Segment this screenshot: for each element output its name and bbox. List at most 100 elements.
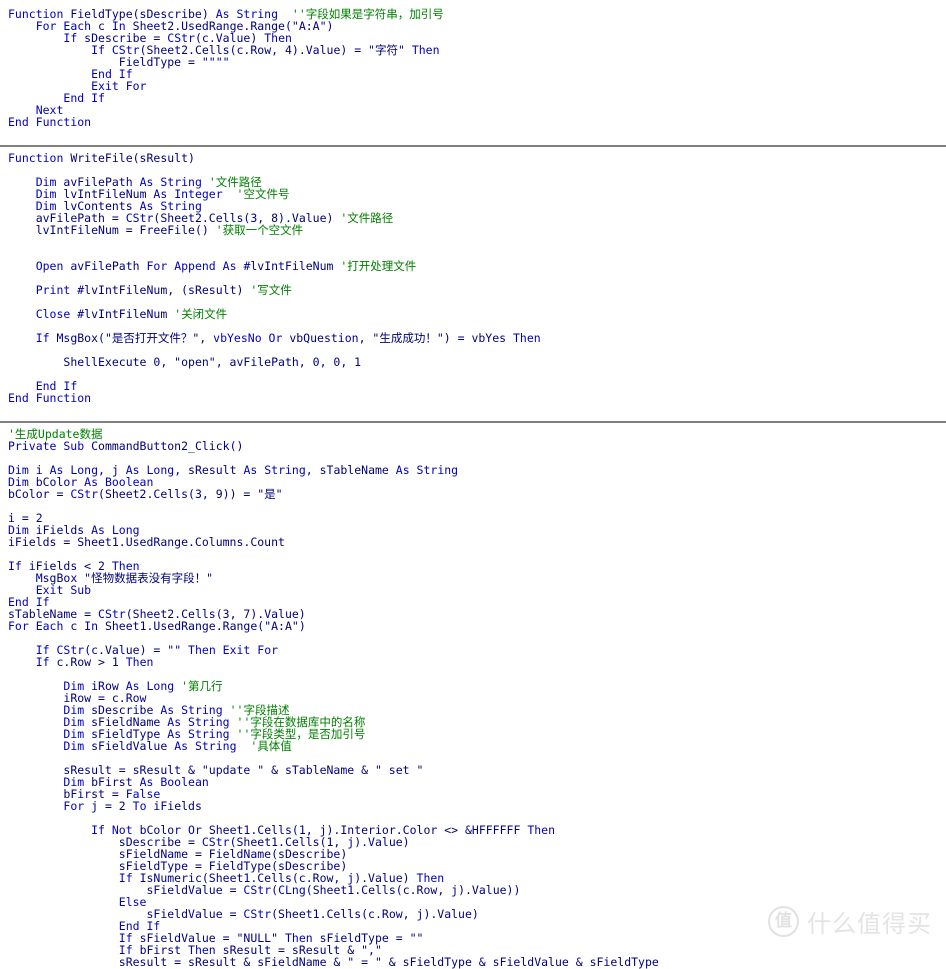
code-line[interactable]: MsgBox "怪物数据表没有字段！" [0,572,946,584]
code-line[interactable] [0,236,946,248]
code-identifier: j = 2 [91,799,133,813]
code-identifier: (Sheet1.Cells(c.Row, j).Value) [271,907,479,921]
code-keyword: Function [8,151,71,165]
vba-code-editor[interactable]: Function FieldType(sDescribe) As String … [0,0,946,968]
code-identifier: vbQuestion, "生成成功！") = [289,331,472,345]
code-keyword: CStr [243,907,272,921]
code-identifier: #lvIntFileNum [243,259,341,273]
code-comment: '具体值 [236,739,292,753]
code-line[interactable] [0,404,946,416]
code-keyword: vbYesNo Or [213,331,290,345]
code-line[interactable] [0,368,946,380]
code-identifier: Sheet1.UsedRange.Range("A:A") [104,619,306,633]
code-keyword: End If [63,91,105,105]
code-line[interactable]: For j = 2 To iFields [0,800,946,812]
code-comment: '关闭文件 [174,307,228,321]
code-keyword: For [63,799,92,813]
code-line[interactable]: End Function [0,392,946,404]
code-identifier: lvIntFileNum = FreeFile() [35,223,216,237]
code-line[interactable]: Function WriteFile(sResult) [0,152,946,164]
code-keyword: CStr [243,883,272,897]
code-identifier: c.Row > 1 [56,655,126,669]
code-identifier: MsgBox("是否打开文件？", [56,331,214,345]
code-comment: '空文件号 [222,187,290,201]
code-line[interactable]: End If [0,92,946,104]
code-text-area[interactable]: Function FieldType(sDescribe) As String … [0,0,946,968]
code-identifier: sResult = sResult & sFieldName & " = " &… [118,955,659,969]
code-identifier: (Sheet1.Cells(c.Row, j).Value)) [305,883,521,897]
code-keyword: Close [35,307,78,321]
code-comment: '写文件 [250,283,292,297]
code-identifier: #lvIntFileNum [77,307,175,321]
code-keyword: CLng [278,883,306,897]
code-keyword: Then [411,43,440,57]
code-line[interactable] [0,128,946,140]
code-keyword: CStr [70,487,99,501]
code-identifier: sFieldValue = [146,883,244,897]
code-line[interactable]: i = 2 [0,512,946,524]
code-identifier: , sResult [174,463,244,477]
code-keyword: For Each [8,619,71,633]
code-line[interactable]: Open avFilePath For Append As #lvIntFile… [0,260,946,272]
code-identifier: sFieldValue [91,739,175,753]
code-identifier: sFieldValue = [146,907,244,921]
code-line[interactable]: Exit Sub [0,584,946,596]
procedure-separator [0,416,946,428]
code-line[interactable]: FieldType = """" [0,56,946,68]
code-keyword: Then [125,655,154,669]
code-line[interactable]: Dim sFieldValue As String '具体值 [0,740,946,752]
code-line[interactable]: Print #lvIntFileNum, (sResult) '写文件 [0,284,946,296]
code-keyword: Dim [63,739,92,753]
code-comment: '打开处理文件 [340,259,417,273]
code-keyword: Open [35,259,71,273]
code-line[interactable]: End If [0,380,946,392]
code-keyword: As String [395,463,459,477]
code-identifier: ShellExecute 0, "open", avFilePath, 0, 0… [63,355,362,369]
code-identifier: avFilePath [70,259,147,273]
code-line[interactable] [0,548,946,560]
code-identifier: vbYes [471,331,513,345]
code-identifier: #lvIntFileNum, (sResult) [77,283,251,297]
code-line[interactable]: sResult = sResult & sFieldName & " = " &… [0,956,946,968]
code-identifier: iFields = Sheet1.UsedRange.Columns.Count [8,535,285,549]
code-identifier: WriteFile(sResult) [70,151,195,165]
code-line[interactable]: iFields = Sheet1.UsedRange.Columns.Count [0,536,946,548]
code-line[interactable] [0,500,946,512]
code-identifier: CommandButton2_Click() [91,439,244,453]
code-line[interactable]: bColor = CStr(Sheet2.Cells(3, 9)) = "是" [0,488,946,500]
code-keyword: Then Exit For [188,643,279,657]
code-line[interactable]: If MsgBox("是否打开文件？", vbYesNo Or vbQuesti… [0,332,946,344]
code-keyword: As String [174,739,237,753]
code-comment: '获取一个空文件 [215,223,304,237]
code-line[interactable]: Close #lvIntFileNum '关闭文件 [0,308,946,320]
code-keyword: End Function [8,391,92,405]
code-keyword: If [35,655,57,669]
code-keyword: In [84,619,105,633]
code-line[interactable]: Exit For [0,80,946,92]
code-line[interactable]: ShellExecute 0, "open", avFilePath, 0, 0… [0,356,946,368]
procedure-separator [0,140,946,152]
code-identifier: c [70,619,85,633]
code-comment: '文件路径 [340,211,394,225]
code-identifier: FieldType = """" [118,55,230,69]
code-keyword: Then [527,823,556,837]
code-line[interactable]: Next [0,104,946,116]
code-line[interactable]: If c.Row > 1 Then [0,656,946,668]
code-identifier: (Sheet2.Cells(3, 9)) = "是" [98,487,283,501]
code-line[interactable]: For Each c In Sheet1.UsedRange.Range("A:… [0,620,946,632]
code-identifier: , sTableName [305,463,396,477]
code-comment: '第几行 [181,679,223,693]
code-keyword: Print [35,283,78,297]
code-keyword: For Append As [146,259,244,273]
code-keyword: Then [513,331,541,345]
code-identifier: iFields [153,799,202,813]
code-line[interactable]: End Function [0,116,946,128]
code-line[interactable]: lvIntFileNum = FreeFile() '获取一个空文件 [0,224,946,236]
code-keyword: Private Sub [8,439,92,453]
code-keyword: End Function [8,115,92,129]
code-line[interactable]: Private Sub CommandButton2_Click() [0,440,946,452]
code-keyword: To [132,799,154,813]
